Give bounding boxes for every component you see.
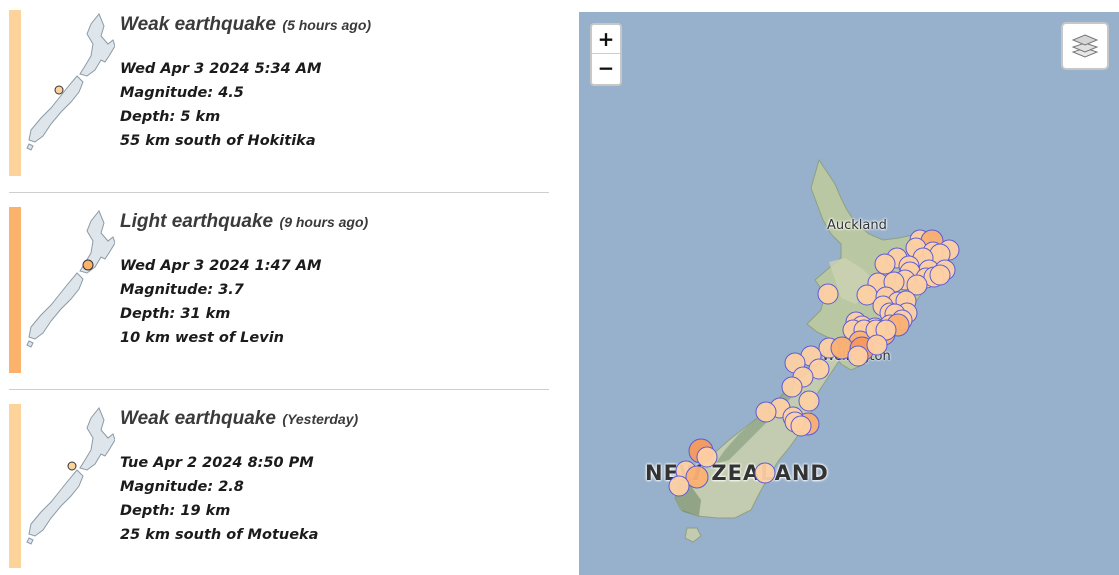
quake-card[interactable]: Light earthquake (9 hours ago) Wed Apr 3…: [9, 207, 549, 377]
quake-details: Tue Apr 2 2024 8:50 PM Magnitude: 2.8 De…: [120, 451, 318, 547]
quake-marker[interactable]: [755, 401, 777, 423]
quake-marker[interactable]: [754, 462, 776, 484]
epicenter-dot: [82, 259, 94, 271]
quake-depth: Depth: 19 km: [120, 503, 231, 519]
quake-location: 10 km west of Levin: [120, 330, 285, 346]
intensity-bar: [9, 404, 21, 568]
quake-strength: Weak earthquake: [120, 408, 276, 429]
zoom-in-button[interactable]: +: [592, 25, 620, 54]
quake-map[interactable]: Auckland Wellington NEW ZEALAND + −: [579, 12, 1119, 575]
quake-marker[interactable]: [866, 334, 888, 356]
quake-strength: Light earthquake: [120, 211, 274, 232]
quake-depth: Depth: 31 km: [120, 306, 231, 322]
quake-marker[interactable]: [696, 446, 718, 468]
quake-marker[interactable]: [668, 475, 690, 497]
epicenter-dot: [54, 85, 64, 95]
quake-marker[interactable]: [929, 264, 951, 286]
quake-magnitude: Magnitude: 2.8: [120, 479, 244, 495]
quake-strength: Weak earthquake: [120, 14, 276, 35]
location-mini-map: [26, 210, 115, 348]
layers-icon: [1071, 34, 1099, 58]
quake-time-ago: (9 hours ago): [279, 214, 369, 230]
divider: [9, 389, 549, 390]
quake-time-ago: (5 hours ago): [282, 17, 372, 33]
quake-title: Weak earthquake (5 hours ago): [120, 14, 371, 36]
quake-datetime: Wed Apr 3 2024 5:34 AM: [120, 61, 322, 77]
zoom-control: + −: [590, 23, 622, 86]
zoom-out-button[interactable]: −: [592, 54, 620, 83]
quake-list: Weak earthquake (5 hours ago) Wed Apr 3 …: [0, 0, 560, 575]
quake-magnitude: Magnitude: 4.5: [120, 85, 244, 101]
quake-depth: Depth: 5 km: [120, 109, 221, 125]
quake-marker[interactable]: [790, 415, 812, 437]
quake-title: Light earthquake (9 hours ago): [120, 211, 368, 233]
intensity-bar: [9, 10, 21, 176]
quake-magnitude: Magnitude: 3.7: [120, 282, 244, 298]
quake-location: 25 km south of Motueka: [120, 527, 319, 543]
quake-time-ago: (Yesterday): [282, 411, 359, 427]
quake-datetime: Wed Apr 3 2024 1:47 AM: [120, 258, 322, 274]
quake-location: 55 km south of Hokitika: [120, 133, 316, 149]
quake-title: Weak earthquake (Yesterday): [120, 408, 358, 430]
quake-marker[interactable]: [817, 283, 839, 305]
location-mini-map: [26, 407, 115, 545]
layers-button[interactable]: [1061, 22, 1109, 70]
quake-details: Wed Apr 3 2024 1:47 AM Magnitude: 3.7 De…: [120, 254, 321, 350]
quake-marker[interactable]: [874, 253, 896, 275]
divider: [9, 192, 549, 193]
epicenter-dot: [67, 461, 77, 471]
quake-details: Wed Apr 3 2024 5:34 AM Magnitude: 4.5 De…: [120, 57, 321, 153]
quake-marker[interactable]: [781, 376, 803, 398]
intensity-bar: [9, 207, 21, 373]
quake-marker[interactable]: [798, 390, 820, 412]
quake-markers: [668, 229, 960, 497]
quake-card[interactable]: Weak earthquake (Yesterday) Tue Apr 2 20…: [9, 404, 549, 574]
quake-datetime: Tue Apr 2 2024 8:50 PM: [120, 455, 314, 471]
quake-marker[interactable]: [847, 345, 869, 367]
location-mini-map: [26, 13, 115, 151]
quake-card[interactable]: Weak earthquake (5 hours ago) Wed Apr 3 …: [9, 10, 549, 180]
